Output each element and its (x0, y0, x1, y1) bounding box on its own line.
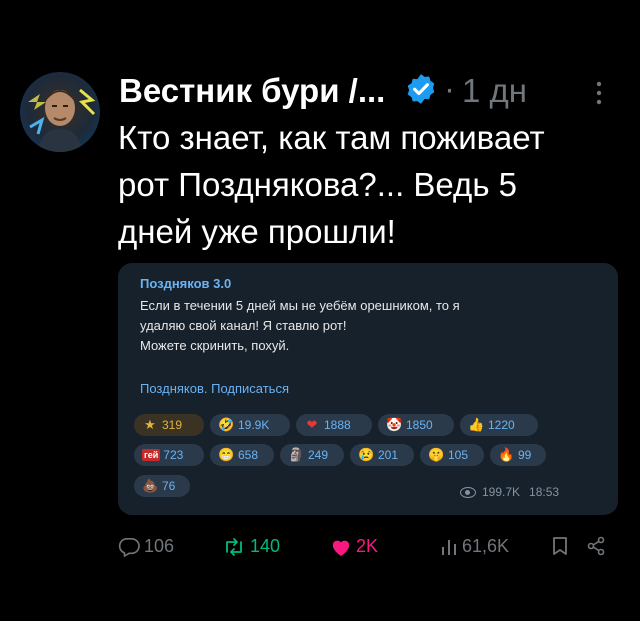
author-name[interactable]: Вестник бури /... (119, 72, 385, 110)
reaction-clown: 🤡 1850 (378, 414, 454, 436)
reaction-count: 201 (378, 448, 399, 462)
post-time[interactable]: 1 дн (462, 72, 527, 110)
rofl-icon: 🤣 (218, 417, 235, 432)
thumbs-up-icon: 👍 (468, 417, 485, 432)
more-options-icon[interactable] (594, 78, 604, 108)
repost-count: 140 (250, 536, 281, 556)
message-time: 18:53 (529, 485, 560, 499)
reaction-thumbs-up: 👍 1220 (460, 414, 538, 436)
reaction-grin: 😁 658 (210, 444, 274, 466)
avatar-image (28, 88, 96, 152)
views-button[interactable]: 61,6K (440, 536, 509, 557)
cry-icon: 😢 (358, 447, 375, 462)
reaction-cry: 😢 201 (350, 444, 414, 466)
repost-icon (226, 537, 242, 556)
bookmark-button[interactable] (552, 536, 572, 556)
reaction-count: 19.9K (238, 418, 270, 432)
bar-chart-icon (442, 539, 456, 555)
like-count: 2K (356, 536, 379, 556)
post-text: Кто знает, как там поживает рот Поздняко… (118, 119, 545, 250)
message-meta: 199.7K 18:53 (460, 485, 559, 499)
author-avatar[interactable] (20, 72, 100, 152)
separator-dot: · (444, 70, 455, 107)
reaction-count: 99 (518, 448, 532, 462)
repost-button[interactable]: 140 (222, 536, 280, 557)
heart-icon: ❤ (306, 417, 318, 432)
shush-icon: 🤫 (428, 447, 445, 462)
reaction-rofl: 🤣 19.9K (210, 414, 290, 436)
reaction-poop: 💩 76 (134, 475, 190, 497)
star-icon: ★ (144, 417, 156, 432)
reaction-count: 1220 (488, 418, 515, 432)
grin-icon: 😁 (218, 447, 235, 462)
reaction-heart: ❤ 1888 (296, 414, 372, 436)
reaction-count: 1888 (324, 418, 351, 432)
channel-name: Поздняков 3.0 (140, 276, 232, 291)
reaction-count: 723 (163, 448, 184, 462)
reaction-count: 658 (238, 448, 259, 462)
reaction-count: 1850 (406, 418, 433, 432)
poop-icon: 💩 (142, 478, 159, 493)
reaction-shush: 🤫 105 (420, 444, 484, 466)
like-button[interactable]: 2K (330, 536, 378, 557)
clown-icon: 🤡 (386, 417, 403, 432)
avatar-sticker-icon: 🗿 (288, 447, 305, 462)
reply-count: 106 (144, 536, 175, 556)
reaction-gay-sticker: гей 723 (134, 444, 204, 466)
bookmark-icon (553, 537, 567, 555)
reaction-count: 249 (308, 448, 329, 462)
heart-filled-icon (332, 540, 350, 556)
share-button[interactable] (586, 536, 610, 556)
reaction-count: 319 (162, 418, 183, 432)
views-count: 61,6K (462, 536, 510, 556)
reply-icon (118, 537, 140, 557)
eye-icon (460, 486, 476, 498)
subscribe-link: Поздняков. Подписаться (140, 381, 289, 396)
reaction-avatar-sticker: 🗿 249 (280, 444, 344, 466)
share-icon (587, 536, 605, 556)
reaction-fire: 🔥 99 (490, 444, 546, 466)
verified-badge-icon (404, 72, 438, 106)
fire-icon: 🔥 (498, 447, 515, 462)
message-text: Если в течении 5 дней мы не уебём орешни… (140, 298, 460, 353)
gay-sticker-icon: гей (142, 449, 161, 461)
reaction-star: ★ 319 (134, 414, 204, 436)
reaction-count: 105 (448, 448, 469, 462)
message-views: 199.7K (482, 485, 521, 499)
reply-button[interactable]: 106 (118, 536, 174, 557)
embedded-telegram-screenshot[interactable]: Поздняков 3.0 Если в течении 5 дней мы н… (118, 263, 618, 515)
reaction-count: 76 (162, 479, 176, 493)
